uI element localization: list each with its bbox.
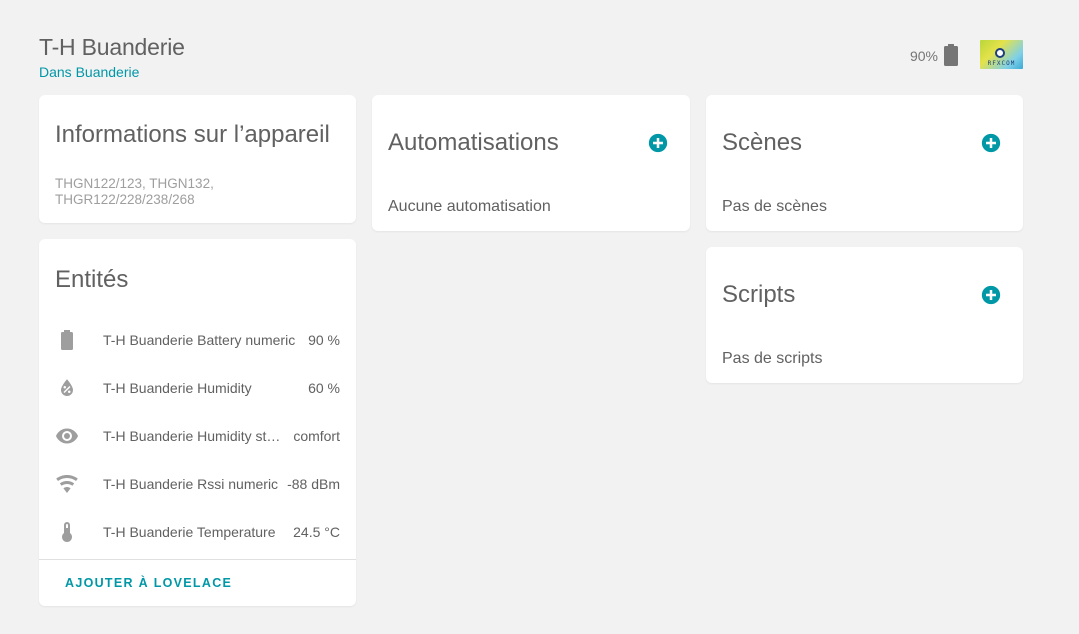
add-scene-icon[interactable]: [981, 133, 1001, 153]
logo-text: RFXCOM: [987, 60, 1016, 67]
entity-state: 60 %: [308, 380, 340, 396]
scenes-card: Scènes Pas de scènes: [706, 95, 1023, 231]
device-area-link[interactable]: Dans Buanderie: [39, 64, 185, 80]
add-automation-icon[interactable]: [648, 133, 668, 153]
entity-state: -88 dBm: [287, 476, 340, 492]
entity-state: comfort: [293, 428, 340, 444]
header-status: 90% RFXCOM: [910, 40, 1023, 69]
scenes-empty-text: Pas de scènes: [722, 198, 827, 215]
eye-icon: [56, 428, 78, 444]
integration-logo: RFXCOM: [980, 40, 1023, 69]
automations-empty-text: Aucune automatisation: [388, 198, 551, 215]
battery-level: 90%: [909, 47, 938, 64]
scenes-title: Scènes: [722, 129, 803, 156]
entity-name: T-H Buanderie Humidity status: [103, 428, 286, 444]
battery-icon: [61, 330, 73, 350]
device-model-line-2: THGR122/228/238/268: [55, 192, 195, 207]
water-percent-icon: [61, 379, 73, 396]
battery-icon: [944, 43, 958, 66]
entity-name: T-H Buanderie Temperature: [103, 524, 276, 540]
entity-state: 90 %: [308, 332, 340, 348]
device-model-line-1: THGN122/123, THGN132,: [55, 176, 214, 191]
device-info-title: Informations sur l’appareil: [55, 121, 330, 148]
automations-card: Automatisations Aucune automatisation: [372, 95, 690, 231]
entities-card: Entités T-H Buanderie Battery numeric 90…: [39, 239, 356, 606]
entity-name: T-H Buanderie Rssi numeric: [103, 476, 279, 492]
scripts-card: Scripts Pas de scripts: [706, 247, 1023, 383]
add-script-icon[interactable]: [981, 285, 1001, 305]
card-divider: [39, 559, 356, 560]
entity-name: T-H Buanderie Battery numeric: [103, 332, 296, 348]
thermometer-icon: [62, 522, 72, 542]
entity-row-battery[interactable]: T-H Buanderie Battery numeric 90 %: [39, 320, 356, 360]
device-title: T-H Buanderie: [39, 34, 185, 60]
entity-state: 24.5 °C: [293, 524, 340, 540]
automations-title: Automatisations: [388, 129, 559, 156]
add-to-lovelace-button[interactable]: AJOUTER À LOVELACE: [65, 576, 232, 590]
device-info-card: Informations sur l’appareil THGN122/123,…: [39, 95, 356, 223]
entities-title: Entités: [55, 266, 129, 293]
entity-row-rssi[interactable]: T-H Buanderie Rssi numeric -88 dBm: [39, 464, 356, 504]
scripts-empty-text: Pas de scripts: [722, 350, 823, 367]
entity-name: T-H Buanderie Humidity: [103, 380, 252, 396]
wifi-icon: [56, 475, 78, 493]
device-model: THGN122/123, THGN132, THGR122/228/238/26…: [55, 176, 315, 208]
entity-row-humidity-status[interactable]: T-H Buanderie Humidity status comfort: [39, 416, 356, 456]
entity-row-temperature[interactable]: T-H Buanderie Temperature 24.5 °C: [39, 512, 356, 552]
logo-circle-icon: [995, 48, 1005, 58]
device-page: T-H Buanderie Dans Buanderie 90% RFXCOM …: [0, 0, 1079, 634]
scripts-title: Scripts: [722, 281, 796, 308]
entity-row-humidity[interactable]: T-H Buanderie Humidity 60 %: [39, 368, 356, 408]
page-header: T-H Buanderie Dans Buanderie: [39, 33, 185, 80]
